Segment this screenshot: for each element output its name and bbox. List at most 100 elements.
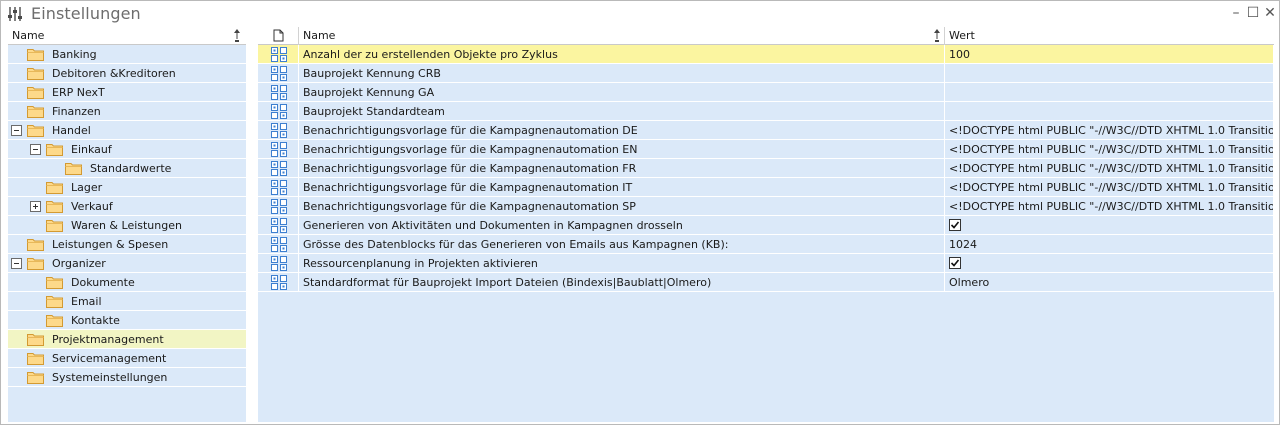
- setting-value-cell[interactable]: <!DOCTYPE html PUBLIC "-//W3C//DTD XHTML…: [945, 159, 1274, 178]
- name-column-header[interactable]: Name: [299, 27, 945, 45]
- setting-value-cell[interactable]: 1024: [945, 235, 1274, 254]
- setting-name-cell: Bauprojekt Kennung CRB: [299, 64, 945, 83]
- setting-checkbox[interactable]: [949, 257, 961, 269]
- setting-name: Generieren von Aktivitäten und Dokumente…: [303, 219, 683, 232]
- setting-value-cell[interactable]: <!DOCTYPE html PUBLIC "-//W3C//DTD XHTML…: [945, 140, 1274, 159]
- setting-row[interactable]: Ressourcenplanung in Projekten aktiviere…: [258, 254, 1274, 273]
- setting-grid-icon: [271, 161, 287, 176]
- setting-row[interactable]: Benachrichtigungsvorlage für die Kampagn…: [258, 178, 1274, 197]
- setting-value-cell[interactable]: [945, 64, 1274, 83]
- tree-item-dokumente[interactable]: Dokumente: [8, 273, 246, 292]
- tree-item-kontakte[interactable]: Kontakte: [8, 311, 246, 330]
- setting-value-cell[interactable]: Olmero: [945, 273, 1274, 292]
- setting-name: Benachrichtigungsvorlage für die Kampagn…: [303, 200, 636, 213]
- setting-grid-icon: [271, 199, 287, 214]
- setting-value: <!DOCTYPE html PUBLIC "-//W3C//DTD XHTML…: [949, 181, 1274, 194]
- setting-grid-icon: [271, 256, 287, 271]
- tree-item-banking[interactable]: Banking: [8, 45, 246, 64]
- tree-column-header[interactable]: Name: [8, 27, 246, 45]
- setting-value-cell[interactable]: [945, 102, 1274, 121]
- setting-row[interactable]: Bauprojekt Kennung CRB: [258, 64, 1274, 83]
- tree-item-label: Leistungen & Spesen: [52, 238, 169, 251]
- value-column-header[interactable]: Wert: [945, 27, 1274, 45]
- tree-item-lager[interactable]: Lager: [8, 178, 246, 197]
- tree-item-erp-next[interactable]: ERP NexT: [8, 83, 246, 102]
- setting-value-cell[interactable]: <!DOCTYPE html PUBLIC "-//W3C//DTD XHTML…: [945, 197, 1274, 216]
- setting-value: <!DOCTYPE html PUBLIC "-//W3C//DTD XHTML…: [949, 162, 1274, 175]
- sort-icon[interactable]: [232, 29, 242, 43]
- maximize-button[interactable]: ☐: [1244, 4, 1262, 22]
- setting-name-cell: Bauprojekt Kennung GA: [299, 83, 945, 102]
- tree-item-label: Email: [71, 295, 102, 308]
- setting-name-cell: Ressourcenplanung in Projekten aktiviere…: [299, 254, 945, 273]
- setting-name-cell: Benachrichtigungsvorlage für die Kampagn…: [299, 159, 945, 178]
- setting-grid-icon: [271, 180, 287, 195]
- tree-item-servicemanagement[interactable]: Servicemanagement: [8, 349, 246, 368]
- setting-row[interactable]: Bauprojekt Standardteam: [258, 102, 1274, 121]
- icon-cell: [258, 216, 299, 235]
- tree-item-waren-leistungen[interactable]: Waren & Leistungen: [8, 216, 246, 235]
- sort-icon[interactable]: [932, 29, 942, 43]
- setting-checkbox[interactable]: [949, 219, 961, 231]
- folder-icon: [46, 201, 63, 213]
- expand-icon[interactable]: [30, 201, 41, 212]
- setting-row[interactable]: Benachrichtigungsvorlage für die Kampagn…: [258, 159, 1274, 178]
- setting-row[interactable]: Benachrichtigungsvorlage für die Kampagn…: [258, 140, 1274, 159]
- tree-item-label: Projektmanagement: [52, 333, 164, 346]
- tree-item-finanzen[interactable]: Finanzen: [8, 102, 246, 121]
- tree-item-label: Dokumente: [71, 276, 135, 289]
- collapse-icon[interactable]: [30, 144, 41, 155]
- setting-value-cell[interactable]: [945, 254, 1274, 273]
- close-button[interactable]: ✕: [1261, 4, 1279, 22]
- tree-item-handel[interactable]: Handel: [8, 121, 246, 140]
- setting-row[interactable]: Bauprojekt Kennung GA: [258, 83, 1274, 102]
- setting-row[interactable]: Standardformat für Bauprojekt Import Dat…: [258, 273, 1274, 292]
- settings-tree[interactable]: Name Banking Debitoren &Kreditoren ERP Nex…: [8, 27, 246, 422]
- settings-window: Einstellungen – ☐ ✕ Name Banking Debitore…: [0, 0, 1280, 425]
- setting-row[interactable]: Grösse des Datenblocks für das Generiere…: [258, 235, 1274, 254]
- tree-item-email[interactable]: Email: [8, 292, 246, 311]
- folder-icon: [27, 372, 44, 384]
- setting-grid-icon: [271, 104, 287, 119]
- tree-item-leistungen-spesen[interactable]: Leistungen & Spesen: [8, 235, 246, 254]
- folder-icon: [46, 315, 63, 327]
- tree-item-einkauf[interactable]: Einkauf: [8, 140, 246, 159]
- setting-name: Benachrichtigungsvorlage für die Kampagn…: [303, 124, 638, 137]
- icon-cell: [258, 45, 299, 64]
- tree-item-projektmanagement[interactable]: Projektmanagement: [8, 330, 246, 349]
- folder-icon: [46, 182, 63, 194]
- setting-row[interactable]: Generieren von Aktivitäten und Dokumente…: [258, 216, 1274, 235]
- setting-value: <!DOCTYPE html PUBLIC "-//W3C//DTD XHTML…: [949, 124, 1274, 137]
- setting-row[interactable]: Anzahl der zu erstellenden Objekte pro Z…: [258, 45, 1274, 64]
- collapse-icon[interactable]: [11, 258, 22, 269]
- tree-item-label: Organizer: [52, 257, 106, 270]
- value-column-label: Wert: [949, 29, 975, 42]
- setting-name: Anzahl der zu erstellenden Objekte pro Z…: [303, 48, 558, 61]
- setting-row[interactable]: Benachrichtigungsvorlage für die Kampagn…: [258, 121, 1274, 140]
- minimize-button[interactable]: –: [1227, 4, 1245, 22]
- setting-value-cell[interactable]: <!DOCTYPE html PUBLIC "-//W3C//DTD XHTML…: [945, 178, 1274, 197]
- tree-item-label: Einkauf: [71, 143, 112, 156]
- settings-grid[interactable]: Name Wert Anzahl der zu erstellenden Obj…: [258, 27, 1274, 422]
- tree-item-verkauf[interactable]: Verkauf: [8, 197, 246, 216]
- setting-name-cell: Benachrichtigungsvorlage für die Kampagn…: [299, 197, 945, 216]
- setting-value-cell[interactable]: [945, 216, 1274, 235]
- tree-item-label: Banking: [52, 48, 97, 61]
- tree-item-standardwerte[interactable]: Standardwerte: [8, 159, 246, 178]
- setting-row[interactable]: Benachrichtigungsvorlage für die Kampagn…: [258, 197, 1274, 216]
- tree-item-systemeinstellungen[interactable]: Systemeinstellungen: [8, 368, 246, 387]
- setting-value-cell[interactable]: [945, 83, 1274, 102]
- tree-item-label: Debitoren &Kreditoren: [52, 67, 176, 80]
- icon-cell: [258, 254, 299, 273]
- setting-value-cell[interactable]: <!DOCTYPE html PUBLIC "-//W3C//DTD XHTML…: [945, 121, 1274, 140]
- icon-column-header[interactable]: [258, 27, 299, 45]
- tree-item-organizer[interactable]: Organizer: [8, 254, 246, 273]
- folder-icon: [46, 144, 63, 156]
- icon-cell: [258, 83, 299, 102]
- folder-icon: [27, 106, 44, 118]
- collapse-icon[interactable]: [11, 125, 22, 136]
- setting-value-cell[interactable]: 100: [945, 45, 1274, 64]
- folder-icon: [46, 277, 63, 289]
- icon-cell: [258, 159, 299, 178]
- tree-item-debitoren-kreditoren[interactable]: Debitoren &Kreditoren: [8, 64, 246, 83]
